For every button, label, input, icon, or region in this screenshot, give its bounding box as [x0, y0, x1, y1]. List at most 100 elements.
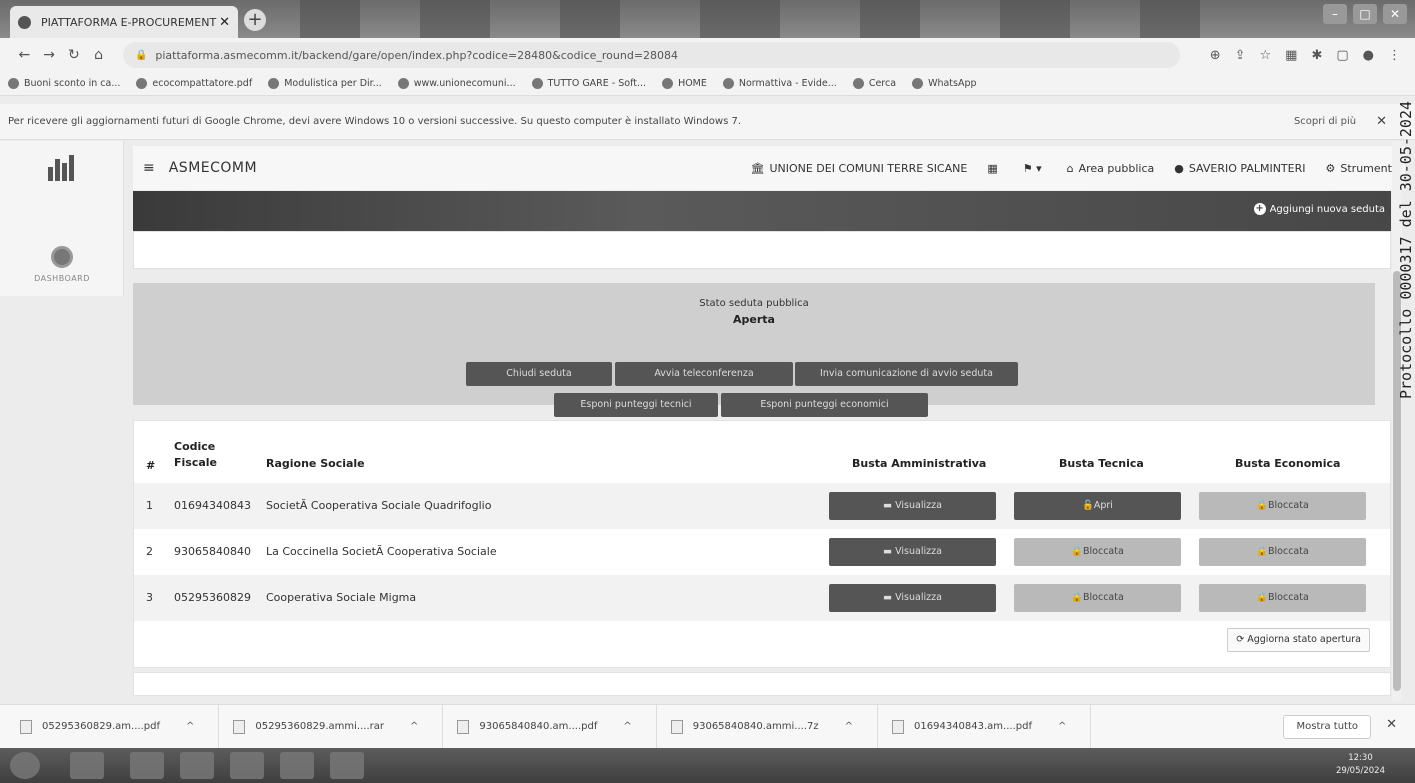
- download-item[interactable]: 05295360829.ammi....rar ^: [233, 704, 444, 749]
- row-codice: 01694340843: [174, 499, 251, 512]
- windows-taskbar: 12:30 29/05/2024: [0, 748, 1415, 783]
- es-icon: [268, 78, 280, 89]
- show-technical-scores-button[interactable]: Esponi punteggi tecnici: [554, 393, 718, 417]
- col-header-amm: Busta Amministrativa: [852, 457, 987, 470]
- chevron-up-icon[interactable]: ^: [1058, 721, 1066, 732]
- app-header: ≡ ASMECOMM 🏛 UNIONE DEI COMUNI TERRE SICA…: [133, 146, 1405, 190]
- infobar-close-icon[interactable]: ✕: [1376, 114, 1387, 129]
- download-item[interactable]: 93065840840.ammi....7z ^: [670, 704, 879, 749]
- zoom-icon[interactable]: ⊕: [1210, 48, 1221, 63]
- status-value: Aperta: [733, 313, 775, 326]
- calendar-button[interactable]: ▦: [987, 162, 1002, 175]
- locked-economic-button[interactable]: 🔒Bloccata: [1199, 492, 1366, 520]
- view-admin-button[interactable]: ▬ Visualizza: [829, 538, 996, 566]
- dashboard-label: DASHBOARD: [34, 274, 90, 283]
- view-admin-button[interactable]: ▬ Visualizza: [829, 584, 996, 612]
- tab-close-icon[interactable]: ✕: [219, 15, 230, 30]
- home-icon[interactable]: ⌂: [88, 47, 109, 63]
- home-icon: ⌂: [1066, 161, 1074, 175]
- google-icon: [852, 78, 864, 89]
- bookmark-item[interactable]: HOME: [662, 78, 707, 89]
- system-clock[interactable]: 12:30 29/05/2024: [1336, 752, 1385, 778]
- start-button-icon[interactable]: [10, 752, 40, 779]
- bookmark-item[interactable]: Buoni sconto in ca...: [8, 78, 120, 89]
- url-bar[interactable]: 🔒 piattaforma.asmecomm.it/backend/gare/o…: [122, 42, 1180, 68]
- maximize-icon[interactable]: □: [1353, 4, 1377, 24]
- user-menu[interactable]: ● SAVERIO PALMINTERI: [1174, 162, 1305, 175]
- download-item[interactable]: 93065840840.am....pdf ^: [457, 704, 657, 749]
- org-link[interactable]: 🏛 UNIONE DEI COMUNI TERRE SICANE: [750, 162, 967, 175]
- brand-name: ASMECOMM: [168, 160, 258, 176]
- media-player-icon[interactable]: [180, 752, 214, 779]
- app-logo[interactable]: [48, 151, 78, 181]
- locked-technical-button[interactable]: 🔒Bloccata: [1014, 538, 1181, 566]
- download-item[interactable]: 01694340843.am....pdf ^: [892, 704, 1092, 749]
- download-item[interactable]: 05295360829.am....pdf ^: [20, 704, 220, 749]
- extension-icon[interactable]: ▦: [1285, 48, 1297, 63]
- new-tab-button[interactable]: +: [244, 9, 266, 31]
- locked-technical-button[interactable]: 🔒Bloccata: [1014, 584, 1181, 612]
- sidepanel-icon[interactable]: ▢: [1336, 48, 1348, 63]
- sidebar-item-dashboard[interactable]: DASHBOARD: [22, 246, 102, 283]
- hamburger-menu-icon[interactable]: ≡: [143, 160, 155, 176]
- lock-icon: 🔒: [1071, 546, 1084, 557]
- status-title: Stato seduta pubblica: [699, 298, 809, 309]
- bookmark-item[interactable]: Normattiva - Evide...: [722, 78, 837, 89]
- puzzle-icon[interactable]: ✱: [1311, 48, 1322, 63]
- language-dropdown[interactable]: ⚑ ▾: [1023, 162, 1047, 175]
- back-icon[interactable]: ←: [14, 47, 35, 63]
- bookmark-item[interactable]: WhatsApp: [912, 78, 977, 89]
- share-icon[interactable]: ⇪: [1235, 48, 1246, 63]
- minimize-icon[interactable]: –: [1323, 4, 1347, 24]
- bookmark-item[interactable]: ecocompattatore.pdf: [136, 78, 252, 89]
- row-codice: 05295360829: [174, 591, 251, 604]
- downloads-close-icon[interactable]: ✕: [1386, 717, 1397, 732]
- col-header-num: #: [146, 459, 156, 472]
- bookmark-item[interactable]: www.unionecomuni...: [397, 78, 516, 89]
- bookmark-item[interactable]: Cerca: [852, 78, 896, 89]
- view-admin-button[interactable]: ▬ Visualizza: [829, 492, 996, 520]
- send-notice-button[interactable]: Invia comunicazione di avvio seduta: [795, 362, 1018, 386]
- bookmark-item[interactable]: TUTTO GARE - Soft...: [531, 78, 646, 89]
- reload-icon[interactable]: ↻: [63, 47, 84, 63]
- chrome-icon[interactable]: [280, 752, 314, 779]
- strumenti-menu[interactable]: ⚙ Strumenti: [1326, 162, 1396, 175]
- lower-card: [133, 672, 1391, 696]
- protocol-stamp-text: Protocollo 0000317 del 30-05-2024: [1397, 100, 1415, 400]
- star-icon[interactable]: ☆: [1260, 48, 1272, 63]
- chrome-info-bar: Per ricevere gli aggiornamenti futuri di…: [0, 104, 1415, 140]
- close-session-button[interactable]: Chiudi seduta: [466, 362, 612, 386]
- add-session-button[interactable]: + Aggiungi nuova seduta: [1253, 203, 1385, 215]
- url-text: piattaforma.asmecomm.it/backend/gare/ope…: [155, 48, 679, 62]
- locked-economic-button[interactable]: 🔒Bloccata: [1199, 538, 1366, 566]
- chevron-up-icon[interactable]: ^: [623, 721, 631, 732]
- browser-tab[interactable]: PIATTAFORMA E-PROCUREMENT ✕: [10, 6, 238, 38]
- word-icon[interactable]: [230, 752, 264, 779]
- refresh-status-button[interactable]: ⟳ Aggiorna stato apertura: [1227, 628, 1370, 652]
- tab-favicon-icon: [18, 15, 31, 29]
- show-economic-scores-button[interactable]: Esponi punteggi economici: [721, 393, 928, 417]
- profile-icon[interactable]: ●: [1363, 48, 1374, 63]
- open-technical-button[interactable]: 🔓Apri: [1014, 492, 1181, 520]
- chevron-up-icon[interactable]: ^: [410, 721, 418, 732]
- chevron-up-icon[interactable]: ^: [845, 721, 853, 732]
- forward-icon[interactable]: →: [39, 47, 60, 63]
- institution-icon: 🏛: [750, 161, 765, 175]
- locked-economic-button[interactable]: 🔒Bloccata: [1199, 584, 1366, 612]
- downloads-bar: 05295360829.am....pdf ^ 05295360829.ammi.…: [0, 704, 1415, 749]
- learn-more-link[interactable]: Scopri di più: [1294, 116, 1356, 127]
- ie-icon[interactable]: [70, 752, 104, 779]
- session-card: [133, 231, 1391, 269]
- bids-table: # Codice Fiscale Ragione Sociale Busta A…: [133, 420, 1391, 668]
- lock-icon: 🔒: [134, 49, 148, 61]
- lock-icon: 🔒: [1256, 546, 1269, 557]
- window-controls: – □ ✕: [1323, 4, 1407, 24]
- firefox-icon[interactable]: [330, 752, 364, 779]
- bookmark-item[interactable]: Modulistica per Dir...: [268, 78, 382, 89]
- chevron-up-icon[interactable]: ^: [186, 721, 194, 732]
- show-all-downloads-button[interactable]: Mostra tutto: [1283, 715, 1371, 739]
- start-teleconference-button[interactable]: Avvia teleconferenza: [615, 362, 793, 386]
- pdf-file-icon: [892, 719, 905, 734]
- explorer-icon[interactable]: [130, 752, 164, 779]
- area-pubblica-link[interactable]: ⌂ Area pubblica: [1067, 162, 1155, 175]
